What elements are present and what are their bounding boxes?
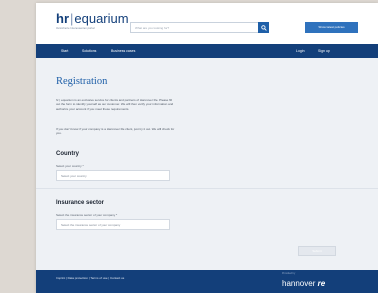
sector-label: Select the insurance sector of your comp… [56, 213, 118, 217]
main-navigation: Start Solutions Business cases Login Sig… [36, 44, 378, 58]
top-header: hr|equarium Versicherte Interessenten po… [36, 3, 378, 40]
sector-select[interactable]: Select the insurance sector of your comp… [56, 219, 170, 230]
search-button[interactable] [258, 22, 269, 33]
brand-suffix: re [317, 279, 326, 288]
nav-start[interactable]: Start [61, 44, 68, 58]
intro-note: If you don't know if your company is a H… [56, 127, 175, 136]
nav-sign-up[interactable]: Sign up [318, 44, 330, 58]
logo-hr: hr [56, 11, 69, 26]
search-icon [260, 24, 267, 31]
nav-solutions[interactable]: Solutions [82, 44, 96, 58]
country-heading: Country [56, 151, 79, 157]
registration-content: Registration hr | equarium is an exclusi… [36, 58, 378, 270]
logo-wordmark: hr|equarium [56, 12, 129, 25]
section-divider [36, 188, 378, 189]
submit-button[interactable]: Submit [298, 246, 336, 256]
powered-by-label: Provided by [282, 272, 296, 275]
country-label: Select your country * [56, 164, 84, 168]
brand-name: hannover [282, 279, 316, 288]
latest-policies-button[interactable]: Show latest policies [305, 22, 358, 33]
site-footer: Imprint | Data protection | Terms of use… [36, 270, 378, 293]
site-logo[interactable]: hr|equarium Versicherte Interessenten po… [56, 12, 129, 30]
search-input[interactable]: What are you looking for? [130, 22, 264, 33]
page-title: Registration [56, 76, 108, 87]
nav-business-cases[interactable]: Business cases [111, 44, 135, 58]
logo-divider: | [70, 11, 74, 26]
nav-login[interactable]: Login [296, 44, 305, 58]
logo-name: equarium [74, 11, 129, 26]
footer-links[interactable]: Imprint | Data protection | Terms of use… [56, 276, 124, 280]
country-select[interactable]: Select your country [56, 170, 170, 181]
hannover-re-logo[interactable]: hannover re [282, 279, 325, 288]
sector-heading: Insurance sector [56, 200, 105, 206]
logo-tagline: Versicherte Interessenten portal [56, 27, 95, 30]
browser-page: hr|equarium Versicherte Interessenten po… [36, 3, 378, 293]
intro-paragraph: hr | equarium is an exclusive service fo… [56, 98, 174, 111]
